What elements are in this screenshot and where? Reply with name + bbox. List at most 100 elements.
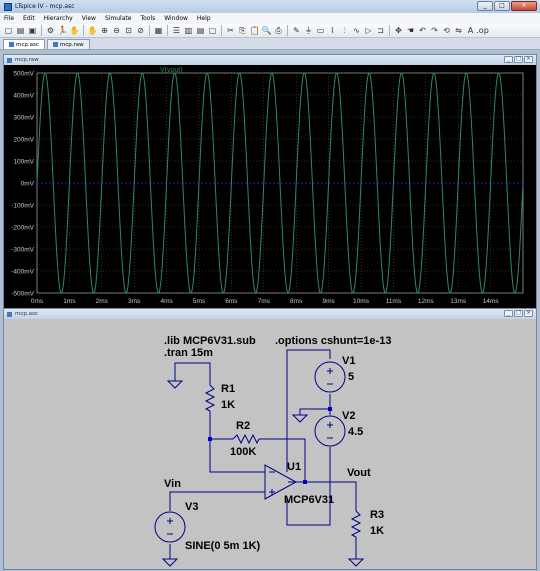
restore-button[interactable]: □: [514, 56, 523, 63]
undo-icon[interactable]: ↶: [417, 25, 428, 36]
menu-hierarchy[interactable]: Hierarchy: [44, 15, 73, 22]
schematic-canvas[interactable]: .lib MCP6V31.sub .options cshunt=1e-13 .…: [4, 319, 536, 569]
ltspice-app-icon: [4, 2, 12, 11]
y-tick-label: 200mV: [13, 137, 34, 144]
save-icon[interactable]: ▣: [27, 25, 38, 36]
minimize-button[interactable]: _: [504, 56, 513, 63]
window-title: LTspice IV - mcp.asc: [15, 3, 75, 10]
toolbar-separator: [83, 25, 84, 36]
v2-value: 4.5: [348, 426, 363, 438]
voltage-source-v1[interactable]: [314, 361, 346, 393]
waveform-window[interactable]: mcp.raw _ □ × 500mV 400mV 300mV 200mV 100mV 0…: [3, 54, 537, 310]
directive-lib[interactable]: .lib MCP6V31.sub: [164, 335, 256, 347]
wires: [169, 349, 357, 559]
minimize-button[interactable]: _: [477, 1, 493, 11]
ground-icon[interactable]: ⏚: [303, 25, 314, 36]
menu-view[interactable]: View: [82, 15, 96, 22]
voltage-source-v2[interactable]: [314, 415, 346, 447]
x-tick-label: 3ms: [128, 298, 141, 305]
x-tick-label: 6ms: [225, 298, 238, 305]
text-icon[interactable]: A: [465, 25, 476, 36]
tile-vertical-icon[interactable]: ▥: [183, 25, 194, 36]
menu-simulate[interactable]: Simulate: [105, 15, 132, 22]
x-tick-label: 8ms: [290, 298, 303, 305]
directive-tran[interactable]: .tran 15m: [164, 347, 213, 359]
menu-edit[interactable]: Edit: [23, 15, 35, 22]
schematic-window-title: mcp.asc: [15, 311, 38, 317]
close-button[interactable]: ×: [524, 56, 533, 63]
minimize-button[interactable]: _: [504, 310, 513, 317]
vout-net-label[interactable]: Vout: [347, 467, 371, 479]
new-file-icon[interactable]: ▢: [3, 25, 14, 36]
inductor-icon[interactable]: ∿: [351, 25, 362, 36]
directive-options[interactable]: .options cshunt=1e-13: [275, 335, 391, 347]
maximize-button[interactable]: □: [494, 1, 510, 11]
label-net-icon[interactable]: ▭: [315, 25, 326, 36]
mirror-icon[interactable]: ⇋: [453, 25, 464, 36]
y-tick-label: -200mV: [11, 225, 34, 232]
autorange-icon[interactable]: ▦: [153, 25, 164, 36]
menu-file[interactable]: File: [4, 15, 14, 22]
resistor-r1[interactable]: [204, 377, 216, 419]
zoom-fit-icon[interactable]: ⊡: [123, 25, 134, 36]
v3-value: SINE(0 5m 1K): [185, 540, 261, 552]
open-folder-icon[interactable]: ▤: [15, 25, 26, 36]
cut-icon[interactable]: ✂: [225, 25, 236, 36]
junction-dot: [303, 480, 307, 484]
capacitor-icon[interactable]: ⫶: [339, 25, 350, 36]
waveform-chart[interactable]: 500mV 400mV 300mV 200mV 100mV 0mV -100mV -200mV…: [4, 65, 536, 309]
tab-mcp-raw[interactable]: mcp.raw: [46, 39, 90, 49]
junction-dot: [328, 407, 332, 411]
tile-horizontal-icon[interactable]: ☰: [171, 25, 182, 36]
pan-icon[interactable]: ✋: [87, 25, 98, 36]
copy-icon[interactable]: ⎘: [237, 25, 248, 36]
redo-icon[interactable]: ↷: [429, 25, 440, 36]
legend-vout[interactable]: V(vout): [160, 67, 183, 74]
spice-directive-icon[interactable]: .op: [476, 25, 489, 36]
resistor-r3[interactable]: [350, 505, 362, 545]
x-tick-label: 11ms: [386, 298, 402, 305]
close-button[interactable]: ×: [524, 310, 533, 317]
schematic-window[interactable]: mcp.asc _ □ × .lib MCP6V31.sub .options …: [3, 308, 537, 570]
y-tick-label: 300mV: [13, 115, 34, 122]
zoom-in-icon[interactable]: ⊕: [99, 25, 110, 36]
close-button[interactable]: ✕: [511, 1, 537, 11]
menu-tools[interactable]: Tools: [140, 15, 155, 22]
r3-name: R3: [370, 509, 384, 521]
ground-icon: [161, 558, 179, 567]
voltage-source-v3[interactable]: [154, 511, 186, 543]
schematic-drawing[interactable]: .lib MCP6V31.sub .options cshunt=1e-13 .…: [4, 319, 536, 569]
r1-value: 1K: [221, 399, 235, 411]
zoom-back-icon[interactable]: ⊘: [135, 25, 146, 36]
vin-net-label[interactable]: Vin: [164, 478, 181, 490]
zoom-out-icon[interactable]: ⊖: [111, 25, 122, 36]
component-icon[interactable]: ⊐: [375, 25, 386, 36]
restore-button[interactable]: □: [514, 310, 523, 317]
drag-icon[interactable]: ☚: [405, 25, 416, 36]
rotate-icon[interactable]: ⟲: [441, 25, 452, 36]
control-panel-icon[interactable]: ⚙: [45, 25, 56, 36]
y-tick-label: 100mV: [13, 159, 34, 166]
halt-icon[interactable]: ✋: [69, 25, 80, 36]
waveform-plot[interactable]: 500mV 400mV 300mV 200mV 100mV 0mV -100mV -200mV…: [4, 65, 536, 309]
x-tick-label: 10ms: [353, 298, 370, 305]
menu-help[interactable]: Help: [197, 15, 211, 22]
menu-window[interactable]: Window: [164, 15, 188, 22]
toolbar-separator: [221, 25, 222, 36]
r3-value: 1K: [370, 525, 384, 537]
find-icon[interactable]: 🔍: [261, 25, 272, 36]
cascade-icon[interactable]: ▤: [195, 25, 206, 36]
resistor-icon[interactable]: ⌇: [327, 25, 338, 36]
diode-icon[interactable]: ▷: [363, 25, 374, 36]
wire-icon[interactable]: ✎: [291, 25, 302, 36]
waveform-window-titlebar[interactable]: mcp.raw _ □ ×: [4, 55, 536, 65]
paste-icon[interactable]: 📋: [249, 25, 260, 36]
close-window-icon[interactable]: ▢: [207, 25, 218, 36]
junction-dot: [208, 437, 212, 441]
resistor-r2[interactable]: [227, 433, 265, 445]
print-icon[interactable]: ⎙: [273, 25, 284, 36]
move-icon[interactable]: ✥: [393, 25, 404, 36]
run-icon[interactable]: 🏃: [57, 25, 68, 36]
schematic-window-titlebar[interactable]: mcp.asc _ □ ×: [4, 309, 536, 319]
tab-mcp-asc[interactable]: mcp.asc: [3, 39, 45, 49]
